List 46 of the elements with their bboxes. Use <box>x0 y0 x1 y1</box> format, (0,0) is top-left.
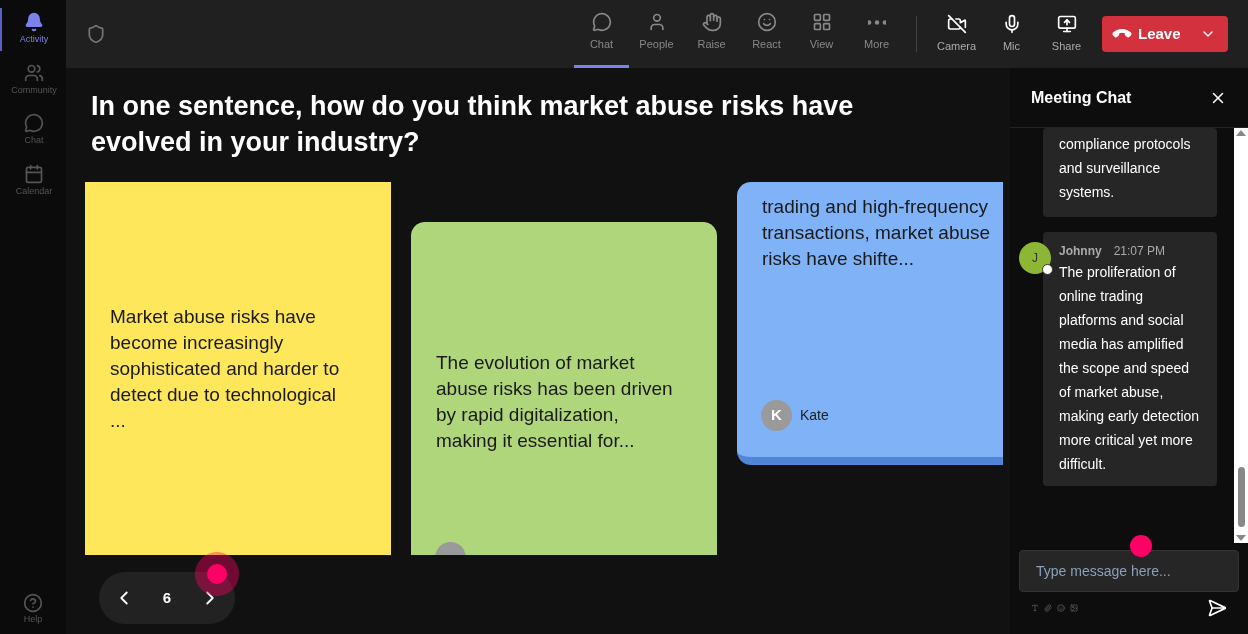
camera-off-icon <box>946 13 967 34</box>
sender-avatar: J <box>1019 242 1051 274</box>
toolbar-tab[interactable]: Raise <box>684 0 739 68</box>
device-button[interactable]: Share <box>1039 0 1094 68</box>
author-avatar: K <box>761 400 792 431</box>
author-name: Kate <box>800 406 829 425</box>
calendar-icon <box>24 163 44 184</box>
device-button[interactable]: Mic <box>984 0 1039 68</box>
sidebar-item[interactable]: Chat <box>0 109 66 152</box>
device-button[interactable]: Camera <box>929 0 984 68</box>
sidebar-item[interactable]: Calendar <box>0 159 66 202</box>
toolbar-tab[interactable]: React <box>739 0 794 68</box>
sticky-note[interactable]: trading and high-frequency transactions, market abuse risks have shifte... K Kate <box>737 182 1003 465</box>
smiley-icon <box>756 12 777 33</box>
page-number: 6 <box>162 587 172 608</box>
toolbar-tab[interactable]: More <box>849 0 904 68</box>
share-screen-icon <box>1056 13 1077 34</box>
sticky-note[interactable]: Market abuse risks have become increasingly sophisticated and harder to detect due to technological ... <box>85 182 391 555</box>
note-text: Market abuse risks have become increasingly sophisticated and harder to detect due to technological ... <box>110 304 341 433</box>
message-text: The proliferation of online trading platforms and social media has amplified the scope and speed of market abuse, making early detection more critical yet more difficult. <box>1059 263 1201 474</box>
message-time: 21:07 PM <box>1113 243 1166 260</box>
sticky-note[interactable]: The evolution of market abuse risks has been driven by rapid digitalization, making it essential for... <box>411 222 717 555</box>
question-heading: In one sentence, how do you think market abuse risks have evolved in your industry? <box>90 90 855 159</box>
chat-icon <box>24 113 44 133</box>
message-input[interactable]: Type message here... <box>1019 550 1239 592</box>
people-icon <box>24 62 44 83</box>
note-text: The evolution of market abuse risks has been driven by rapid digitalization, making it essential for... <box>436 351 674 453</box>
toolbar-tab[interactable]: People <box>629 0 684 68</box>
help-button[interactable]: Help <box>0 592 66 626</box>
more-icon <box>867 19 886 25</box>
sidebar-item[interactable]: Community <box>0 58 66 101</box>
help-icon <box>23 592 43 613</box>
image-icon[interactable] <box>1070 604 1078 612</box>
send-icon[interactable] <box>1207 598 1227 618</box>
sender-name: Johnny <box>1059 243 1102 260</box>
message-text: compliance protocols and surveillance systems. <box>1059 135 1192 202</box>
grid-icon <box>811 12 832 33</box>
note-text: trading and high-frequency transactions, market abuse risks have shifte... <box>762 195 992 271</box>
toolbar-tab[interactable]: Chat <box>574 0 629 68</box>
toolbar-tab[interactable]: View <box>794 0 849 68</box>
bell-icon <box>24 12 44 32</box>
chat-title: Meeting Chat <box>1031 87 1132 108</box>
leave-button[interactable]: Leave <box>1102 16 1228 52</box>
shield-icon <box>86 24 106 44</box>
hand-icon <box>701 12 722 33</box>
chat-icon <box>591 12 612 33</box>
